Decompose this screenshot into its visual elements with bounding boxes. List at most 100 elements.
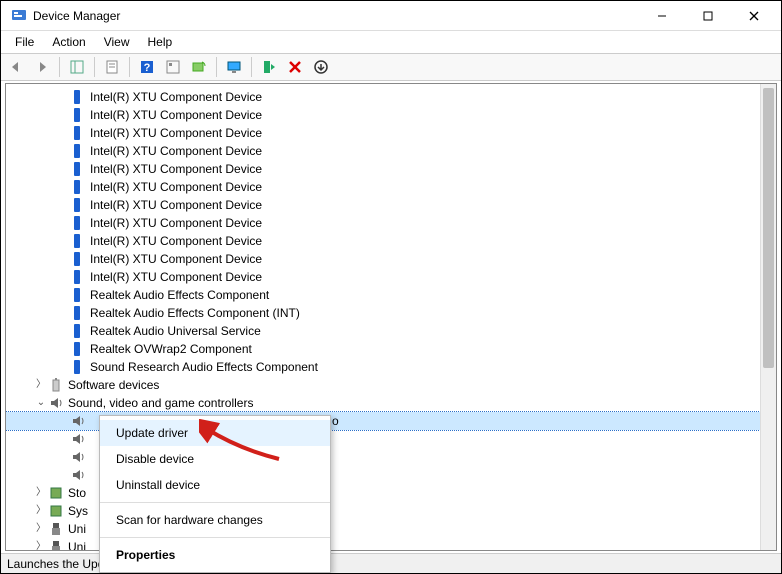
speaker-icon [70, 467, 86, 483]
svg-text:?: ? [144, 62, 151, 74]
menubar: File Action View Help [1, 31, 781, 53]
device-label: Realtek Audio Universal Service [90, 322, 261, 340]
device-label: Intel(R) XTU Component Device [90, 232, 262, 250]
battery-icon [48, 377, 64, 393]
device-label-tail: o [332, 412, 339, 430]
context-menu-item[interactable]: Update driver [100, 420, 330, 446]
context-menu-separator [100, 537, 330, 538]
device-label: Sound Research Audio Effects Component [90, 358, 318, 376]
device-item[interactable]: Intel(R) XTU Component Device [6, 124, 776, 142]
component-icon [70, 143, 86, 159]
category-item[interactable]: ⌄ Sound, video and game controllers [6, 394, 776, 412]
context-menu-item[interactable]: Disable device [100, 446, 330, 472]
component-icon [70, 233, 86, 249]
device-item[interactable]: Intel(R) XTU Component Device [6, 142, 776, 160]
device-item[interactable]: Intel(R) XTU Component Device [6, 106, 776, 124]
device-label: Realtek Audio Effects Component (INT) [90, 304, 300, 322]
speaker-icon [70, 413, 86, 429]
component-icon [70, 215, 86, 231]
category-label: Software devices [68, 376, 159, 394]
component-icon [70, 179, 86, 195]
device-label: Intel(R) XTU Component Device [90, 142, 262, 160]
category-label: Sto [68, 484, 86, 502]
device-item[interactable]: Intel(R) XTU Component Device [6, 214, 776, 232]
help-icon[interactable]: ? [136, 56, 158, 78]
vertical-scrollbar[interactable] [760, 84, 776, 550]
context-menu-item[interactable]: Scan for hardware changes [100, 507, 330, 533]
component-icon [70, 341, 86, 357]
context-menu-separator [100, 502, 330, 503]
menu-help[interactable]: Help [140, 33, 181, 51]
app-icon [11, 8, 27, 24]
options-icon[interactable] [162, 56, 184, 78]
expand-icon[interactable]: 〉 [34, 502, 48, 520]
category-label: Uni [68, 538, 86, 551]
device-label: Intel(R) XTU Component Device [90, 268, 262, 286]
category-label: Sound, video and game controllers [68, 394, 253, 412]
device-item[interactable]: Intel(R) XTU Component Device [6, 250, 776, 268]
device-item[interactable]: Intel(R) XTU Component Device [6, 160, 776, 178]
component-icon [70, 305, 86, 321]
component-icon [70, 251, 86, 267]
menu-action[interactable]: Action [44, 33, 93, 51]
usb-icon [48, 521, 64, 537]
device-label: Intel(R) XTU Component Device [90, 178, 262, 196]
category-label: Uni [68, 520, 86, 538]
device-item[interactable]: Sound Research Audio Effects Component [6, 358, 776, 376]
speaker-icon [48, 395, 64, 411]
usb-icon [48, 539, 64, 551]
monitor-icon[interactable] [223, 56, 245, 78]
device-item[interactable]: Realtek OVWrap2 Component [6, 340, 776, 358]
menu-view[interactable]: View [96, 33, 138, 51]
device-item[interactable]: Intel(R) XTU Component Device [6, 178, 776, 196]
device-label: Realtek OVWrap2 Component [90, 340, 252, 358]
chip-icon [48, 503, 64, 519]
device-item[interactable]: Realtek Audio Effects Component (INT) [6, 304, 776, 322]
enable-icon[interactable] [258, 56, 280, 78]
component-icon [70, 125, 86, 141]
window-title: Device Manager [33, 9, 120, 23]
component-icon [70, 89, 86, 105]
device-label: Intel(R) XTU Component Device [90, 214, 262, 232]
device-item[interactable]: Intel(R) XTU Component Device [6, 232, 776, 250]
device-item[interactable]: Intel(R) XTU Component Device [6, 268, 776, 286]
context-menu-item[interactable]: Properties [100, 542, 330, 568]
device-label: Intel(R) XTU Component Device [90, 106, 262, 124]
device-label: Intel(R) XTU Component Device [90, 196, 262, 214]
uninstall-icon[interactable] [310, 56, 332, 78]
properties-icon[interactable] [101, 56, 123, 78]
menu-file[interactable]: File [7, 33, 42, 51]
show-hide-tree-icon[interactable] [66, 56, 88, 78]
collapse-icon[interactable]: ⌄ [34, 394, 48, 412]
device-label: Intel(R) XTU Component Device [90, 124, 262, 142]
minimize-button[interactable] [639, 1, 685, 31]
device-label: Intel(R) XTU Component Device [90, 88, 262, 106]
chip-icon [48, 485, 64, 501]
component-icon [70, 359, 86, 375]
expand-icon[interactable]: 〉 [34, 538, 48, 551]
device-item[interactable]: Intel(R) XTU Component Device [6, 196, 776, 214]
forward-icon[interactable] [31, 56, 53, 78]
expand-icon[interactable]: 〉 [34, 520, 48, 538]
device-label: Intel(R) XTU Component Device [90, 250, 262, 268]
toolbar: ? [1, 53, 781, 81]
component-icon [70, 161, 86, 177]
category-item[interactable]: 〉 Software devices [6, 376, 776, 394]
component-icon [70, 197, 86, 213]
back-icon[interactable] [5, 56, 27, 78]
disable-icon[interactable] [284, 56, 306, 78]
expand-icon[interactable]: 〉 [34, 484, 48, 502]
expand-icon[interactable]: 〉 [34, 376, 48, 394]
device-label: Intel(R) XTU Component Device [90, 160, 262, 178]
scan-icon[interactable] [188, 56, 210, 78]
category-label: Sys [68, 502, 88, 520]
close-button[interactable] [731, 1, 777, 31]
device-item[interactable]: Intel(R) XTU Component Device [6, 88, 776, 106]
speaker-icon [70, 449, 86, 465]
maximize-button[interactable] [685, 1, 731, 31]
device-item[interactable]: Realtek Audio Universal Service [6, 322, 776, 340]
component-icon [70, 269, 86, 285]
context-menu-item[interactable]: Uninstall device [100, 472, 330, 498]
device-item[interactable]: Realtek Audio Effects Component [6, 286, 776, 304]
context-menu: Update driverDisable deviceUninstall dev… [99, 415, 331, 573]
